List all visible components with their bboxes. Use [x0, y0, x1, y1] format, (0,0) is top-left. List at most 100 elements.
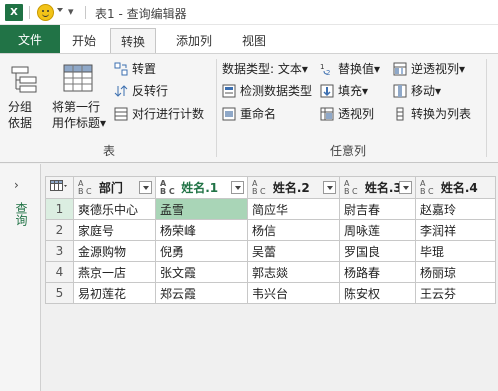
- column-header-label: 姓名.4: [440, 181, 478, 195]
- table-cell[interactable]: 吴蕾: [247, 240, 340, 262]
- column-filter-dropdown-icon[interactable]: [399, 181, 412, 194]
- transpose-icon: [114, 62, 128, 75]
- table-cell[interactable]: 金源购物: [73, 240, 156, 262]
- tab-home[interactable]: 开始: [62, 28, 106, 53]
- chevron-down-icon: ▾: [459, 61, 466, 76]
- table-cell[interactable]: 燕京一店: [73, 261, 156, 283]
- convert-to-list-button[interactable]: 转换为列表: [393, 105, 471, 122]
- smiley-dropdown-icon[interactable]: [57, 8, 63, 12]
- detect-data-type-button[interactable]: 检测数据类型: [222, 82, 312, 99]
- table-cell[interactable]: 张文霞: [155, 261, 248, 283]
- table-cell[interactable]: 罗国良: [339, 240, 416, 262]
- table-cell[interactable]: 郑云霞: [155, 282, 248, 304]
- tab-transform[interactable]: 转换: [110, 28, 157, 53]
- table-cell[interactable]: 家庭号: [73, 219, 156, 241]
- table-cell[interactable]: 王云芬: [415, 282, 496, 304]
- table-cell[interactable]: 爽德乐中心: [73, 198, 156, 220]
- table-cell-selected[interactable]: 孟雪: [155, 198, 248, 220]
- rename-button[interactable]: 重命名: [222, 105, 276, 122]
- use-first-row-label-2: 用作标题▾: [52, 116, 107, 130]
- replace-values-button[interactable]: 12 替换值 ▾: [320, 60, 380, 77]
- convert-to-list-label: 转换为列表: [411, 107, 472, 121]
- table-cell[interactable]: 杨丽琼: [415, 261, 496, 283]
- move-button[interactable]: 移动 ▾: [393, 82, 441, 99]
- svg-text:2: 2: [326, 69, 330, 76]
- text-type-icon: AB C: [344, 178, 358, 196]
- count-rows-icon: [114, 107, 128, 120]
- queries-pane-label[interactable]: 查询: [13, 202, 30, 226]
- table-cell[interactable]: 郭志燚: [247, 261, 340, 283]
- column-header-selected[interactable]: AB C 姓名.1: [155, 176, 248, 199]
- column-filter-dropdown-icon[interactable]: [139, 181, 152, 194]
- ribbon-tabs: 文件 开始 转换 添加列 视图: [0, 25, 498, 53]
- column-filter-dropdown-icon[interactable]: [231, 181, 244, 194]
- table-cell[interactable]: 陈安权: [339, 282, 416, 304]
- column-header-label: 姓名.2: [272, 181, 310, 195]
- table-header-icon: [63, 64, 93, 92]
- data-type-dropdown[interactable]: 数据类型: 文本 ▾: [222, 60, 308, 77]
- use-first-row-as-headers-button[interactable]: 将第一行 用作标题▾: [48, 60, 108, 132]
- title-bar: X ▾ 表1 - 查询编辑器: [0, 0, 498, 25]
- table-cell[interactable]: 周咏莲: [339, 219, 416, 241]
- quick-access-more-icon[interactable]: ▾: [68, 5, 74, 18]
- move-icon: [393, 84, 407, 97]
- expand-queries-chevron-icon[interactable]: ›: [14, 178, 19, 192]
- column-header[interactable]: AB C 姓名.4: [415, 176, 496, 199]
- reverse-rows-label: 反转行: [132, 84, 169, 98]
- text-type-icon: AB C: [160, 178, 175, 196]
- column-header[interactable]: AB C 姓名.2: [247, 176, 340, 199]
- table-cell[interactable]: 杨荣峰: [155, 219, 248, 241]
- row-number[interactable]: 2: [45, 219, 74, 241]
- column-header-label: 部门: [98, 181, 123, 195]
- row-number[interactable]: 3: [45, 240, 74, 262]
- table-cell[interactable]: 赵嘉玲: [415, 198, 496, 220]
- reverse-rows-icon: [114, 84, 128, 97]
- table-cell[interactable]: 易初莲花: [73, 282, 156, 304]
- unpivot-columns-button[interactable]: 逆透视列 ▾: [393, 60, 465, 77]
- row-number[interactable]: 5: [45, 282, 74, 304]
- rename-label: 重命名: [240, 107, 277, 121]
- pivot-column-button[interactable]: 透视列: [320, 105, 374, 122]
- row-number[interactable]: 1: [45, 198, 74, 220]
- excel-app-icon[interactable]: X: [5, 4, 23, 21]
- header-row: AB C 部门 AB C 姓名.1 AB C 姓名.2 AB C 姓名.3 A …: [45, 176, 496, 199]
- convert-to-list-icon: [396, 107, 404, 120]
- row-number[interactable]: 4: [45, 261, 74, 283]
- table-cell[interactable]: 倪勇: [155, 240, 248, 262]
- table-cell[interactable]: 杨路春: [339, 261, 416, 283]
- tab-file[interactable]: 文件: [0, 25, 60, 53]
- tab-view[interactable]: 视图: [232, 28, 276, 53]
- column-header-label: 姓名.1: [181, 181, 219, 195]
- transpose-button[interactable]: 转置: [114, 60, 156, 77]
- rename-icon: [222, 107, 236, 120]
- table-cell[interactable]: 尉吉春: [339, 198, 416, 220]
- table-menu-button[interactable]: [45, 176, 74, 199]
- fill-label: 填充: [338, 84, 363, 98]
- column-filter-dropdown-icon[interactable]: [323, 181, 336, 194]
- group-by-label-2: 依据: [8, 116, 33, 130]
- count-rows-label: 对行进行计数: [132, 107, 205, 121]
- column-header[interactable]: AB C 姓名.3: [339, 176, 416, 199]
- tab-add-column[interactable]: 添加列: [166, 28, 222, 53]
- ribbon-transform: 分组 依据 将第一行 用作标题▾ 转置 反转行 对行进行计数 表 数据类型: 文…: [0, 53, 498, 163]
- text-type-icon: AB C: [420, 178, 434, 196]
- table-icon: [50, 180, 67, 191]
- table-row: 3 金源购物 倪勇 吴蕾 罗国良 毕琨: [45, 240, 496, 262]
- table-cell[interactable]: 毕琨: [415, 240, 496, 262]
- table-cell[interactable]: 杨信: [247, 219, 340, 241]
- table-cell[interactable]: 韦兴台: [247, 282, 340, 304]
- group-by-icon: [11, 66, 37, 93]
- reverse-rows-button[interactable]: 反转行: [114, 82, 168, 99]
- group-by-button[interactable]: 分组 依据: [6, 60, 42, 132]
- chevron-down-icon: ▾: [435, 83, 442, 98]
- table-cell[interactable]: 李润祥: [415, 219, 496, 241]
- chevron-down-icon: ▾: [362, 83, 369, 98]
- title-separator: [29, 6, 30, 19]
- text-type-icon: AB C: [252, 178, 266, 196]
- count-rows-button[interactable]: 对行进行计数: [114, 105, 204, 122]
- column-header[interactable]: AB C 部门: [73, 176, 156, 199]
- fill-button[interactable]: 填充 ▾: [320, 82, 368, 99]
- feedback-smiley-icon[interactable]: [37, 4, 54, 21]
- chevron-down-icon: ▾: [301, 61, 308, 76]
- table-cell[interactable]: 简应华: [247, 198, 340, 220]
